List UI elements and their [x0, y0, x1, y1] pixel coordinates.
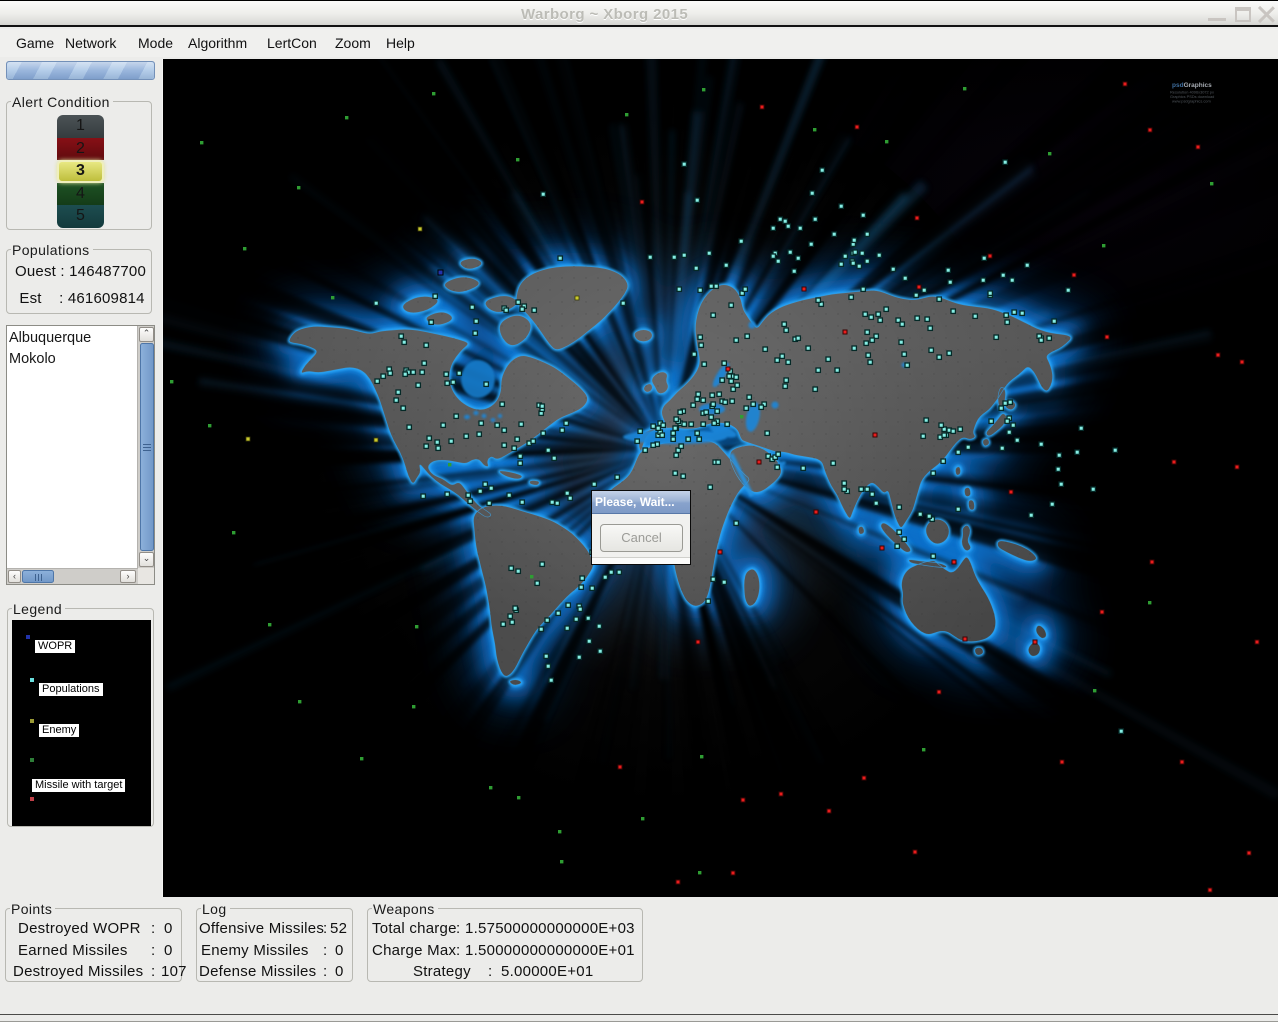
svg-text:www.psdgraphics.com: www.psdgraphics.com — [1172, 99, 1211, 104]
svg-text:psdGraphics: psdGraphics — [1172, 82, 1212, 89]
